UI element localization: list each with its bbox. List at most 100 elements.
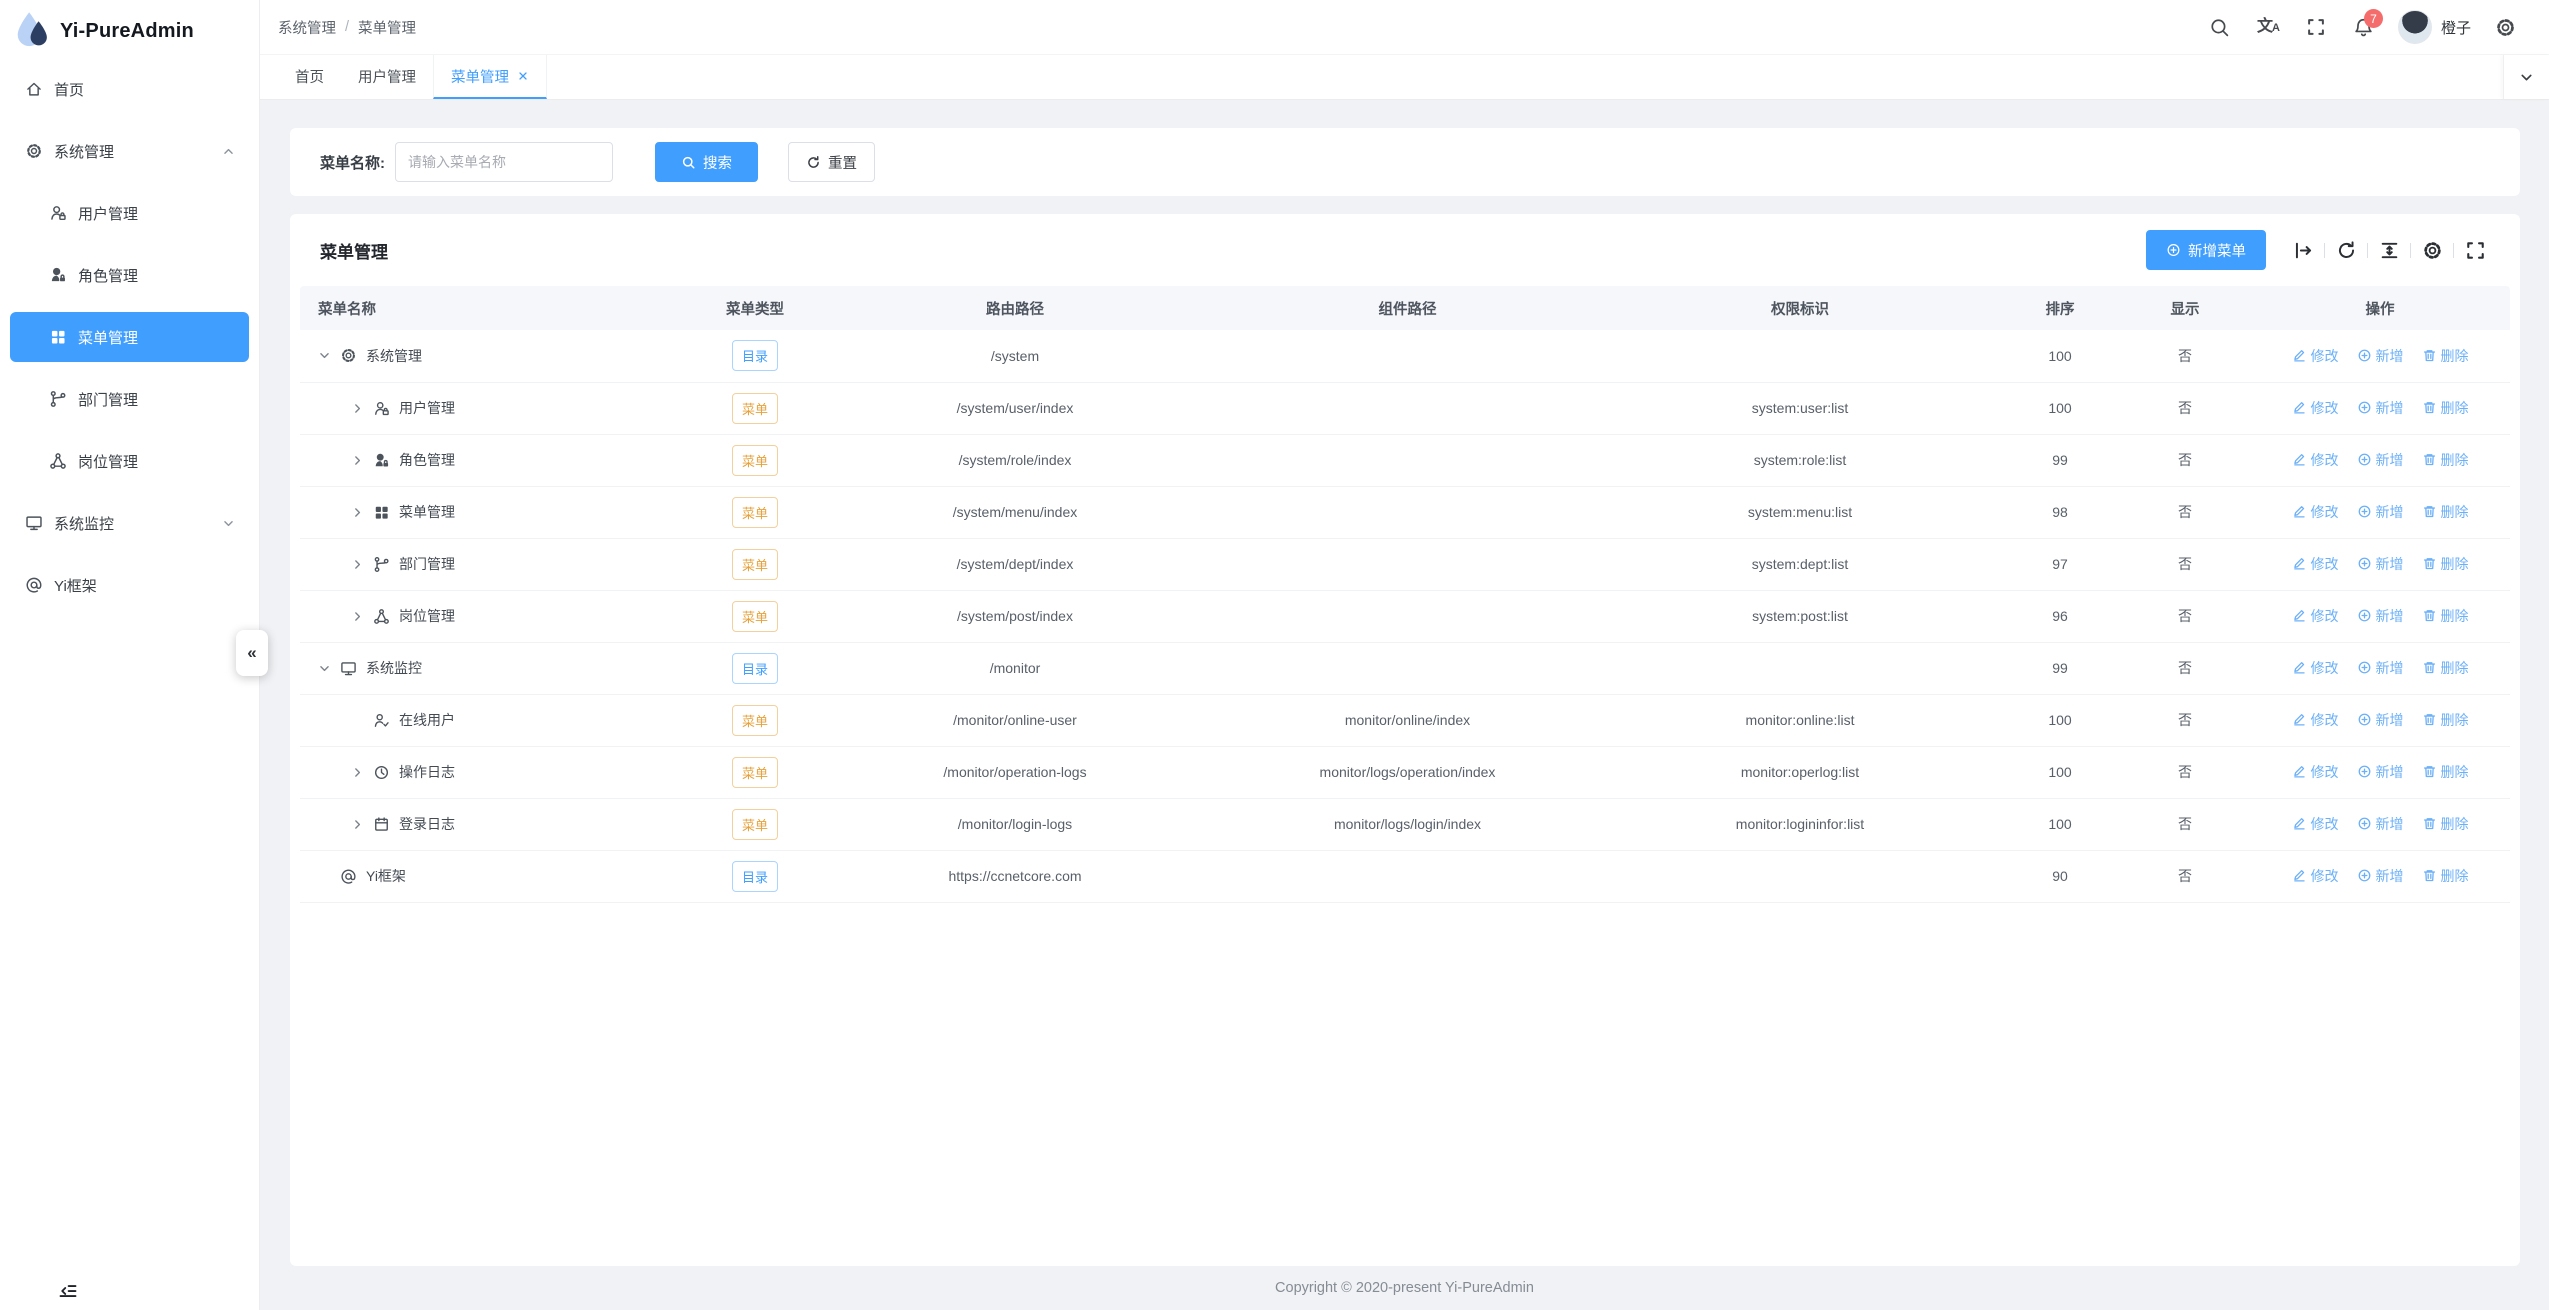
expand-toggle-icon[interactable]	[351, 558, 364, 571]
fullscreen-button[interactable]	[2296, 7, 2336, 47]
menu-name: 部门管理	[399, 554, 455, 574]
tab-首页[interactable]: 首页	[278, 55, 341, 99]
permission-key: system:post:list	[1600, 590, 2000, 642]
sidebar-item-首页[interactable]: 首页	[10, 64, 249, 114]
op-修改-link[interactable]: 修改	[2292, 502, 2339, 522]
tab-close-icon[interactable]	[516, 70, 529, 83]
plus-circle-icon	[2357, 868, 2372, 883]
visible-flag: 否	[2120, 798, 2250, 850]
logo[interactable]: Yi-PureAdmin	[0, 0, 259, 62]
op-修改-link[interactable]: 修改	[2292, 762, 2339, 782]
tree-node: 角色管理	[318, 450, 695, 470]
op-修改-link[interactable]: 修改	[2292, 398, 2339, 418]
op-label: 删除	[2441, 814, 2469, 834]
breadcrumb-item[interactable]: 系统管理	[278, 17, 336, 38]
op-删除-link[interactable]: 删除	[2422, 814, 2469, 834]
menu-type-tag: 目录	[732, 653, 778, 684]
expand-all-button[interactable]	[2292, 239, 2314, 261]
user-menu[interactable]: 橙子	[2392, 10, 2477, 44]
menu-name: Yi框架	[366, 866, 406, 886]
menu-name-input[interactable]	[395, 142, 613, 182]
search-button[interactable]	[2200, 7, 2240, 47]
op-修改-link[interactable]: 修改	[2292, 814, 2339, 834]
sidebar: Yi-PureAdmin 首页系统管理用户管理角色管理菜单管理部门管理岗位管理系…	[0, 0, 260, 1310]
tree-node: 系统管理	[318, 346, 695, 366]
op-新增-link[interactable]: 新增	[2357, 762, 2404, 782]
op-修改-link[interactable]: 修改	[2292, 658, 2339, 678]
op-新增-link[interactable]: 新增	[2357, 346, 2404, 366]
op-新增-link[interactable]: 新增	[2357, 502, 2404, 522]
tab-菜单管理[interactable]: 菜单管理	[433, 55, 547, 99]
tab-用户管理[interactable]: 用户管理	[341, 55, 433, 99]
language-button[interactable]: 文A	[2248, 7, 2288, 47]
search-button-label: 搜索	[703, 152, 732, 173]
search-submit-button[interactable]: 搜索	[655, 142, 758, 182]
density-button[interactable]	[2378, 239, 2400, 261]
search-icon	[681, 155, 696, 170]
expand-toggle-icon[interactable]	[351, 818, 364, 831]
sidebar-item-系统监控[interactable]: 系统监控	[10, 498, 249, 548]
main-column: 系统管理 / 菜单管理 文A 7	[260, 0, 2549, 1310]
sidebar-item-岗位管理[interactable]: 岗位管理	[10, 436, 249, 486]
sort-value: 99	[2000, 642, 2120, 694]
op-新增-link[interactable]: 新增	[2357, 554, 2404, 574]
settings-button[interactable]	[2485, 7, 2525, 47]
column-setting-button[interactable]	[2421, 239, 2443, 261]
sidebar-item-部门管理[interactable]: 部门管理	[10, 374, 249, 424]
expand-toggle-icon[interactable]	[318, 662, 331, 675]
sidebar-collapse-button[interactable]: «	[236, 630, 268, 676]
menu-fold-icon[interactable]	[56, 1278, 86, 1304]
tree-node: 岗位管理	[318, 606, 695, 626]
expand-toggle-icon[interactable]	[351, 766, 364, 779]
op-新增-link[interactable]: 新增	[2357, 398, 2404, 418]
add-menu-button[interactable]: 新增菜单	[2146, 230, 2266, 270]
expand-toggle-icon[interactable]	[351, 610, 364, 623]
sidebar-item-label: 系统管理	[54, 141, 114, 162]
op-删除-link[interactable]: 删除	[2422, 866, 2469, 886]
sort-value: 100	[2000, 382, 2120, 434]
op-label: 新增	[2376, 762, 2404, 782]
op-删除-link[interactable]: 删除	[2422, 398, 2469, 418]
op-删除-link[interactable]: 删除	[2422, 450, 2469, 470]
expand-toggle-icon[interactable]	[351, 454, 364, 467]
op-新增-link[interactable]: 新增	[2357, 866, 2404, 886]
expand-toggle-icon[interactable]	[318, 349, 331, 362]
op-新增-link[interactable]: 新增	[2357, 658, 2404, 678]
op-删除-link[interactable]: 删除	[2422, 710, 2469, 730]
op-删除-link[interactable]: 删除	[2422, 554, 2469, 574]
op-修改-link[interactable]: 修改	[2292, 606, 2339, 626]
op-新增-link[interactable]: 新增	[2357, 814, 2404, 834]
op-修改-link[interactable]: 修改	[2292, 710, 2339, 730]
op-新增-link[interactable]: 新增	[2357, 450, 2404, 470]
op-删除-link[interactable]: 删除	[2422, 346, 2469, 366]
op-修改-link[interactable]: 修改	[2292, 554, 2339, 574]
op-删除-link[interactable]: 删除	[2422, 606, 2469, 626]
notification-button[interactable]: 7	[2344, 7, 2384, 47]
sidebar-item-系统管理[interactable]: 系统管理	[10, 126, 249, 176]
op-删除-link[interactable]: 删除	[2422, 658, 2469, 678]
expand-toggle-icon[interactable]	[351, 402, 364, 415]
sidebar-item-角色管理[interactable]: 角色管理	[10, 250, 249, 300]
page-content: 菜单名称: 搜索 重置 菜单管理	[260, 100, 2549, 1266]
op-修改-link[interactable]: 修改	[2292, 866, 2339, 886]
reset-button[interactable]: 重置	[788, 142, 875, 182]
op-label: 删除	[2441, 658, 2469, 678]
tabs-more-button[interactable]	[2503, 55, 2549, 99]
op-label: 删除	[2441, 346, 2469, 366]
menu-name: 系统管理	[366, 346, 422, 366]
op-修改-link[interactable]: 修改	[2292, 346, 2339, 366]
refresh-button[interactable]	[2335, 239, 2357, 261]
op-新增-link[interactable]: 新增	[2357, 606, 2404, 626]
route-path: /system/menu/index	[815, 486, 1215, 538]
op-删除-link[interactable]: 删除	[2422, 502, 2469, 522]
sidebar-item-用户管理[interactable]: 用户管理	[10, 188, 249, 238]
menu-type-tag: 菜单	[732, 809, 778, 840]
op-删除-link[interactable]: 删除	[2422, 762, 2469, 782]
sidebar-item-菜单管理[interactable]: 菜单管理	[10, 312, 249, 362]
op-新增-link[interactable]: 新增	[2357, 710, 2404, 730]
sidebar-item-Yi框架[interactable]: Yi框架	[10, 560, 249, 610]
grid-icon	[48, 328, 67, 347]
expand-toggle-icon[interactable]	[351, 506, 364, 519]
fullscreen-button[interactable]	[2464, 239, 2486, 261]
op-修改-link[interactable]: 修改	[2292, 450, 2339, 470]
